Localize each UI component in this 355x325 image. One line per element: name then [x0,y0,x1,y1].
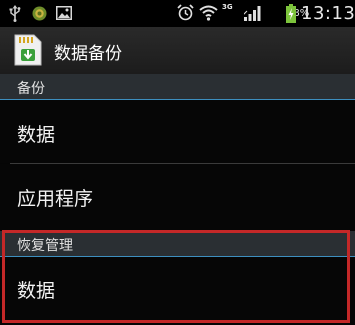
status-bar: 3G 88% 13:13 [0,0,355,27]
list-item-label: 应用程序 [17,188,94,210]
list-item-label: 数据 [17,280,56,302]
screen: 3G 88% 13:13 数据备份 备份 数据 应用程序 恢复管理 数据 [0,0,355,325]
wifi-icon [199,5,218,21]
clock: 13:13 [301,3,355,24]
network-type: 3G [222,3,233,11]
android-debug-icon [32,6,47,21]
list-item-label: 数据 [17,124,56,146]
battery-charging-icon [286,4,296,23]
alarm-icon [177,4,194,21]
section-header-label: 恢复管理 [17,238,73,254]
section-header-backup: 备份 [0,74,355,100]
list-item-restore-data[interactable]: 数据 [0,257,355,325]
page-title: 数据备份 [54,44,122,64]
gallery-icon [56,6,72,20]
list-item-backup-applications[interactable]: 应用程序 [0,164,355,230]
usb-icon [9,5,21,22]
list-item-backup-data[interactable]: 数据 [0,100,355,163]
signal-icon [244,6,261,21]
section-header-label: 备份 [17,81,45,97]
action-bar: 数据备份 [0,27,355,74]
section-header-restore: 恢复管理 [0,231,355,257]
sd-card-backup-icon[interactable] [12,34,42,66]
